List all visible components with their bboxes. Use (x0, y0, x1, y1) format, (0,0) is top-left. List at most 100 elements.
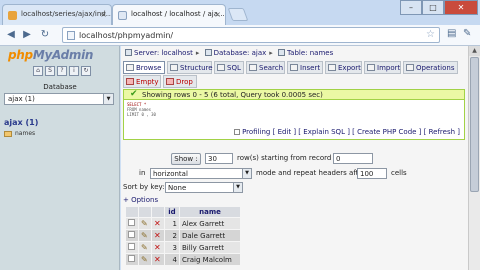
profiling-label: Profiling (242, 128, 271, 136)
browser-tab-phpmyadmin[interactable]: localhost / localhost / aja... × (112, 4, 226, 25)
table-icon (278, 49, 286, 56)
create-php-code-link[interactable]: Create PHP Code (357, 128, 416, 136)
breadcrumb-table[interactable]: names (310, 49, 334, 57)
delete-x-icon[interactable]: ✕ (154, 219, 161, 228)
column-header-name[interactable]: name (180, 207, 240, 217)
edit-pencil-icon[interactable]: ✎ (141, 231, 148, 240)
column-header-id[interactable]: id (165, 207, 179, 217)
reload-navigation-icon[interactable]: ↻ (81, 66, 91, 76)
address-bar[interactable]: localhost/phpmyadmin/ ☆ (62, 27, 440, 43)
edit-pencil-icon[interactable]: ✎ (141, 219, 148, 228)
breadcrumb-server[interactable]: localhost (161, 49, 192, 57)
close-window-button[interactable]: ✕ (444, 0, 478, 15)
back-arrow-icon[interactable]: ◀ (4, 28, 18, 42)
edit-pencil-icon[interactable]: ✎ (141, 255, 148, 264)
table-row: ✎ ✕ 4 Craig Malcolm (126, 254, 240, 265)
forward-arrow-icon[interactable]: ▶ (20, 28, 34, 42)
chevron-down-icon: ▼ (103, 94, 113, 104)
reload-icon[interactable]: ↻ (38, 28, 52, 42)
browser-tab-title: localhost / localhost / aja... (131, 10, 225, 18)
show-button[interactable]: Show : (171, 153, 201, 165)
wrench-menu-icon[interactable]: ✎ (463, 28, 471, 39)
table-row: ✎ ✕ 1 Alex Garrett (126, 218, 240, 229)
tab-empty[interactable]: Empty (123, 75, 161, 88)
page-favicon-icon (118, 11, 127, 20)
breadcrumb-database[interactable]: ajax (252, 49, 267, 57)
export-icon (328, 64, 336, 71)
scrollbar-thumb[interactable] (470, 57, 479, 192)
display-mode-select[interactable]: horizontal ▼ (150, 168, 252, 179)
empty-icon (126, 78, 134, 85)
tab-drop[interactable]: Drop (163, 75, 197, 88)
search-icon (249, 64, 257, 71)
table-tabs: Browse Structure SQL Search Insert Expor… (123, 61, 466, 74)
docs-icon[interactable]: ? (57, 66, 67, 76)
tab-insert[interactable]: Insert (287, 61, 323, 74)
close-tab-icon[interactable]: × (100, 10, 107, 19)
maximize-button[interactable]: □ (422, 0, 444, 15)
table-header-row: id name (126, 207, 240, 217)
delete-x-icon[interactable]: ✕ (154, 231, 161, 240)
cell-id: 1 (165, 218, 179, 229)
minimize-button[interactable]: – (400, 0, 422, 15)
scroll-up-arrow-icon[interactable]: ▲ (469, 46, 480, 56)
edit-sql-link[interactable]: Edit (278, 128, 292, 136)
edit-pencil-icon[interactable]: ✎ (141, 243, 148, 252)
database-select[interactable]: ajax (1) ▼ (4, 93, 114, 105)
row-checkbox[interactable] (128, 243, 135, 250)
tab-export[interactable]: Export (325, 61, 362, 74)
structure-icon (170, 64, 178, 71)
cell-id: 2 (165, 230, 179, 241)
sort-key-select[interactable]: None ▼ (165, 182, 243, 193)
tab-search[interactable]: Search (246, 61, 285, 74)
cell-name: Alex Garrett (180, 218, 240, 229)
home-icon[interactable]: ⌂ (33, 66, 43, 76)
explain-sql-link[interactable]: Explain SQL (303, 128, 345, 136)
profiling-checkbox[interactable] (234, 129, 241, 135)
page-menu-icon[interactable]: ▤ (447, 28, 456, 39)
table-list-item[interactable]: names (4, 130, 35, 137)
new-tab-button[interactable] (227, 8, 249, 21)
sql-icon (217, 64, 225, 71)
row-checkbox[interactable] (128, 231, 135, 238)
refresh-link[interactable]: Refresh (429, 128, 455, 136)
sql-query-icon[interactable]: S (45, 66, 55, 76)
phpmyadmin-logo[interactable]: phpMyAdmin (8, 48, 93, 62)
sort-by-label: Sort by key: (123, 183, 165, 191)
rows-count-input[interactable]: 30 (205, 153, 233, 164)
browser-tab-title: localhost/series/ajax/ind... (21, 10, 112, 18)
vertical-scrollbar[interactable]: ▲ (468, 46, 480, 270)
row-checkbox[interactable] (128, 255, 135, 262)
database-label: Database (43, 83, 77, 91)
browse-icon (126, 64, 134, 71)
browser-tab-ajax-index[interactable]: localhost/series/ajax/ind... × (2, 4, 112, 25)
tab-import[interactable]: Import (364, 61, 401, 74)
close-tab-icon[interactable]: × (214, 10, 221, 19)
cell-id: 3 (165, 242, 179, 253)
bookmark-star-icon[interactable]: ☆ (426, 29, 435, 40)
options-link[interactable]: + Options (123, 196, 158, 204)
tab-sql[interactable]: SQL (214, 61, 244, 74)
database-link[interactable]: ajax (1) (4, 118, 38, 127)
tab-browse[interactable]: Browse (123, 61, 165, 74)
sql-query-text: SELECT * FROM names LIMIT 0 , 30 (127, 102, 156, 117)
cell-name: Craig Malcolm (180, 254, 240, 265)
sql-actions: Profiling [ Edit ] [ Explain SQL ] [ Cre… (234, 128, 460, 136)
insert-icon (290, 64, 298, 71)
cells-label: cells (391, 169, 407, 177)
database-icon (204, 49, 212, 56)
repeat-headers-label: mode and repeat headers after (256, 169, 366, 177)
cell-name: Dale Garrett (180, 230, 240, 241)
tab-structure[interactable]: Structure (167, 61, 213, 74)
main-content-frame: Server: localhost ▸ Database: ajax ▸ Table… (121, 46, 468, 270)
table-row: ✎ ✕ 3 Billy Garrett (126, 242, 240, 253)
start-record-input[interactable]: 0 (333, 153, 373, 164)
results-table: id name ✎ ✕ 1 Alex Garrett ✎ ✕ 2 Dale Ga… (125, 206, 241, 266)
row-checkbox[interactable] (128, 219, 135, 226)
repeat-headers-input[interactable]: 100 (357, 168, 387, 179)
delete-x-icon[interactable]: ✕ (154, 243, 161, 252)
browser-tab-bar: localhost/series/ajax/ind... × localhost… (0, 0, 480, 25)
tab-operations[interactable]: Operations (403, 61, 458, 74)
delete-x-icon[interactable]: ✕ (154, 255, 161, 264)
mysql-docs-icon[interactable]: i (69, 66, 79, 76)
